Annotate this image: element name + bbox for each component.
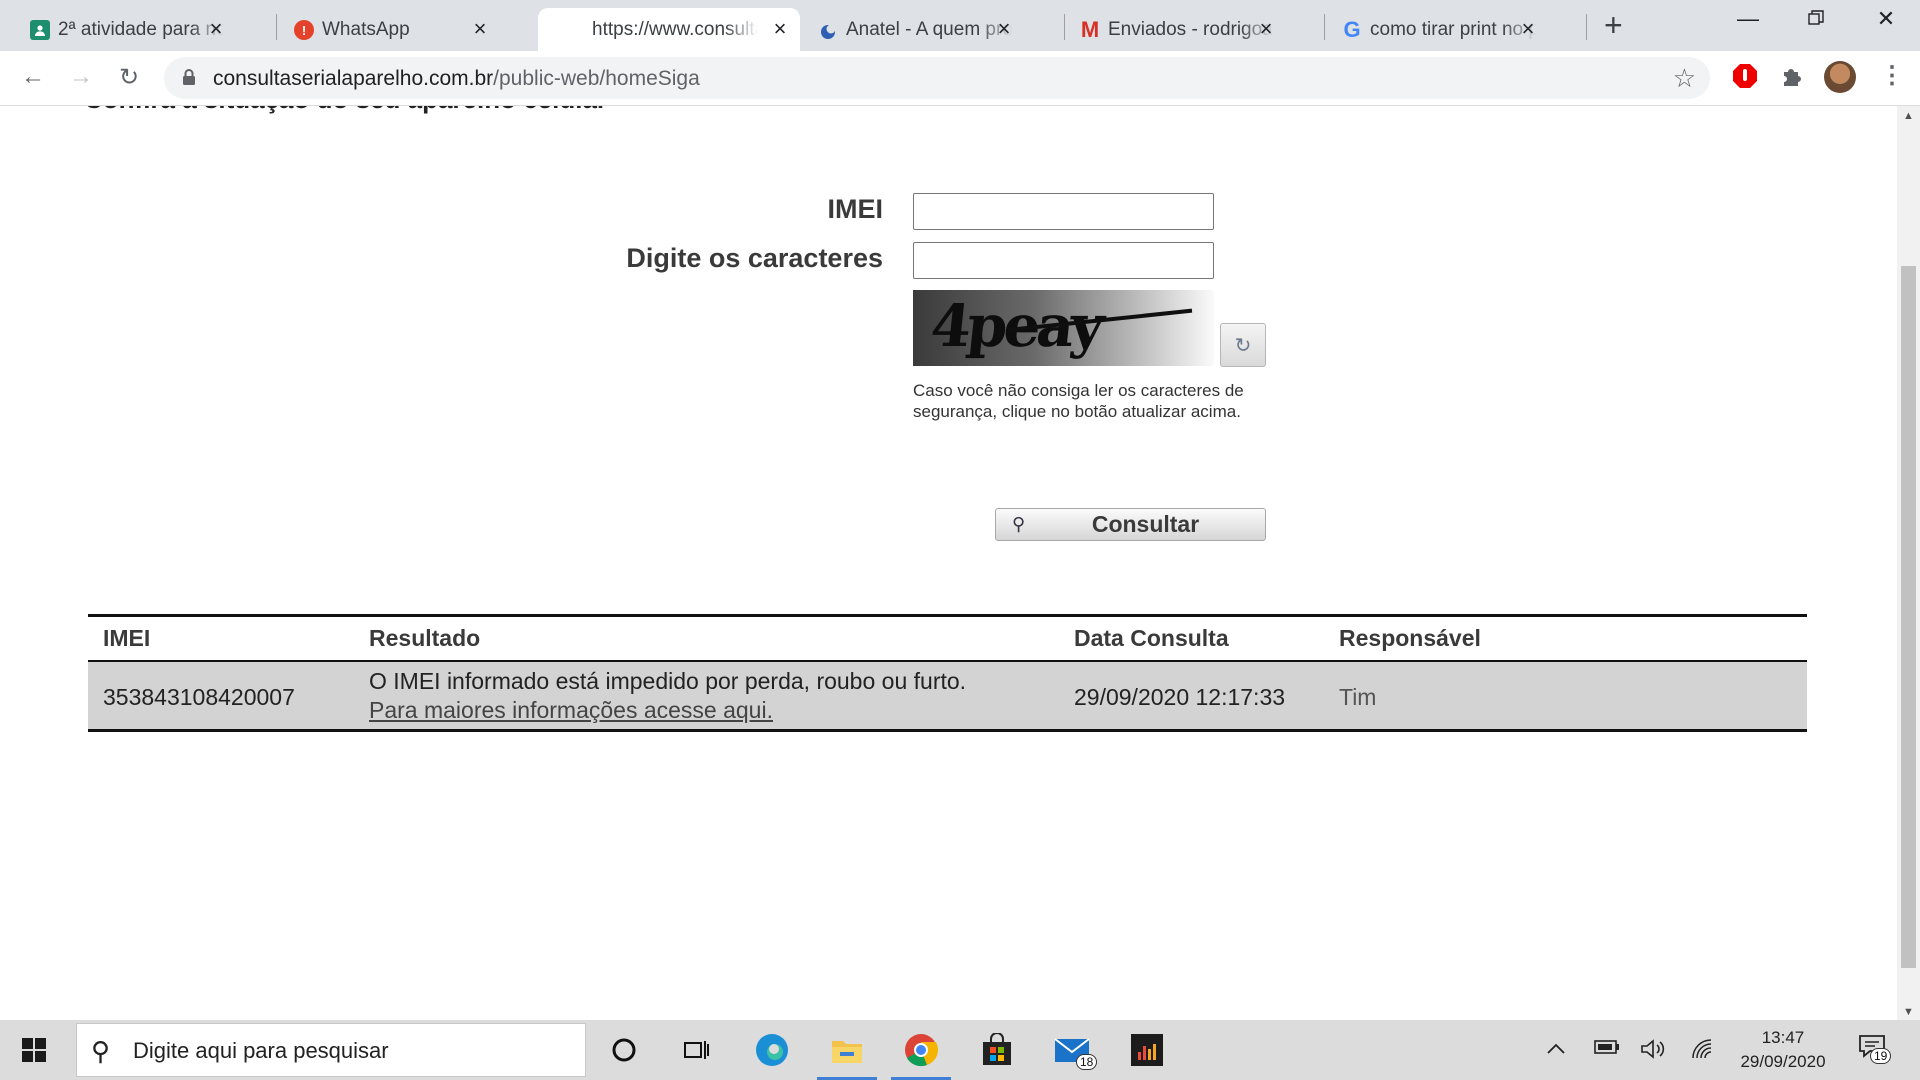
close-tab-icon[interactable]: × (470, 18, 490, 40)
start-windows-icon[interactable] (22, 1038, 46, 1062)
captcha-input[interactable] (913, 242, 1214, 279)
volume-icon[interactable] (1640, 1038, 1666, 1066)
new-tab-icon[interactable]: + (1604, 9, 1623, 41)
captcha-image: 4peay (913, 290, 1214, 366)
table-row: 353843108420007 O IMEI informado está im… (88, 660, 1807, 732)
consultar-label: Consultar (1091, 511, 1200, 537)
browser-toolbar: ← → ↻ consultaserialaparelho.com.br/publ… (0, 51, 1920, 106)
profile-avatar[interactable] (1824, 61, 1856, 93)
close-tab-icon[interactable]: × (1518, 18, 1538, 40)
close-tab-icon[interactable]: × (770, 18, 790, 40)
chrome-icon[interactable] (891, 1032, 951, 1080)
browser-window: 2ª atividade para not × ! WhatsApp × htt… (0, 0, 1920, 1080)
system-clock[interactable]: 13:47 29/09/2020 (1728, 1026, 1838, 1074)
tab-strip: 2ª atividade para not × ! WhatsApp × htt… (0, 0, 1920, 51)
tab-consulta-active[interactable]: https://www.consulta × (538, 8, 800, 51)
cell-imei: 353843108420007 (103, 684, 295, 710)
close-tab-icon[interactable]: × (1256, 18, 1276, 40)
page-heading: Confira a situação do seu aparelho celul… (84, 106, 607, 115)
minimize-icon[interactable]: — (1728, 6, 1768, 32)
tab-title: https://www.consulta (592, 18, 758, 40)
task-view-icon[interactable] (678, 1032, 714, 1068)
notification-badge: 19 (1870, 1048, 1892, 1064)
col-header-resultado: Resultado (369, 625, 481, 651)
tab-title: Anatel - A quem pro (846, 18, 1012, 40)
url-text: consultaserialaparelho.com.br/public-web… (213, 67, 700, 90)
page-scrollbar[interactable]: ▲ ▼ (1897, 106, 1920, 1020)
address-bar[interactable]: consultaserialaparelho.com.br/public-web… (164, 57, 1710, 99)
gmail-icon: M (1080, 17, 1100, 42)
tray-expand-icon[interactable] (1546, 1038, 1566, 1061)
imei-label: IMEI (827, 194, 883, 224)
tab-whatsapp[interactable]: ! WhatsApp × (294, 8, 500, 51)
lock-icon (183, 69, 195, 85)
cell-responsavel: Tim (1339, 684, 1377, 710)
close-window-icon[interactable]: ✕ (1866, 6, 1906, 32)
col-header-data: Data Consulta (1074, 625, 1229, 651)
restore-icon[interactable] (1796, 6, 1836, 32)
consultar-button[interactable]: ⚲ Consultar (995, 508, 1266, 541)
captcha-text: 4peay (927, 292, 1104, 360)
tab-title: Enviados - rodrigoan (1108, 18, 1274, 40)
more-info-link[interactable]: Para maiores informações acesse aqui. (369, 697, 773, 724)
whatsapp-icon: ! (294, 20, 314, 40)
mail-icon[interactable]: 18 (1054, 1032, 1098, 1070)
store-icon[interactable] (979, 1032, 1015, 1068)
close-tab-icon[interactable]: × (994, 18, 1014, 40)
refresh-icon: ↻ (1234, 334, 1252, 357)
mail-badge: 18 (1076, 1054, 1098, 1070)
google-icon: G (1343, 17, 1361, 42)
bookmark-star-icon[interactable]: ☆ (1673, 63, 1696, 94)
notification-center-icon[interactable]: 19 (1858, 1034, 1892, 1064)
scroll-down-icon[interactable]: ▼ (1897, 1006, 1920, 1018)
close-tab-icon[interactable]: × (206, 18, 226, 40)
back-icon[interactable]: ← (18, 63, 48, 91)
classroom-icon (30, 20, 50, 40)
captcha-hint: Caso você não consiga ler os caracteres … (913, 381, 1244, 421)
tab-title: como tirar print no p (1370, 18, 1536, 40)
tab-classroom[interactable]: 2ª atividade para not × (30, 8, 236, 51)
table-header: IMEI Resultado Data Consulta Responsável (88, 614, 1807, 660)
col-header-responsavel: Responsável (1339, 625, 1481, 651)
adblock-icon[interactable] (1732, 63, 1758, 94)
reload-icon[interactable]: ↻ (114, 63, 144, 92)
cell-resultado: O IMEI informado está impedido por perda… (369, 668, 967, 694)
menu-kebab-icon[interactable]: ⋮ (1880, 61, 1904, 90)
clock-date: 29/09/2020 (1740, 1052, 1826, 1071)
captcha-label: Digite os caracteres (626, 243, 883, 273)
search-icon: ⚲ (91, 1036, 111, 1066)
extensions-puzzle-icon[interactable] (1780, 64, 1804, 93)
wifi-icon[interactable] (1690, 1038, 1716, 1066)
taskbar-search-placeholder: Digite aqui para pesquisar (133, 1038, 389, 1063)
cell-data: 29/09/2020 12:17:33 (1074, 684, 1286, 710)
forward-icon[interactable]: → (66, 63, 96, 91)
clock-time: 13:47 (1761, 1028, 1805, 1047)
edge-icon[interactable] (754, 1032, 790, 1068)
tab-gmail[interactable]: M Enviados - rodrigoan × (1080, 8, 1286, 51)
scrollbar-thumb[interactable] (1901, 266, 1916, 968)
page-content: Confira a situação do seu aparelho celul… (0, 106, 1897, 1020)
tab-title: 2ª atividade para not (58, 18, 224, 40)
battery-icon[interactable] (1594, 1038, 1620, 1061)
taskbar-search[interactable]: ⚲ Digite aqui para pesquisar (76, 1023, 586, 1077)
imei-input[interactable] (913, 193, 1214, 230)
anatel-icon (818, 20, 838, 40)
scroll-up-icon[interactable]: ▲ (1897, 110, 1920, 122)
cortana-icon[interactable] (606, 1032, 642, 1068)
tab-anatel[interactable]: Anatel - A quem pro × (818, 8, 1024, 51)
tab-google[interactable]: G como tirar print no p × (1342, 8, 1548, 51)
file-explorer-icon[interactable] (817, 1032, 877, 1080)
app-equalizer-icon[interactable] (1129, 1032, 1165, 1068)
windows-taskbar: ⚲ Digite aqui para pesquisar 18 13:47 29… (0, 1020, 1920, 1080)
col-header-imei: IMEI (103, 625, 151, 651)
refresh-captcha-button[interactable]: ↻ (1220, 323, 1266, 367)
tab-title: WhatsApp (322, 18, 410, 40)
results-table: IMEI Resultado Data Consulta Responsável… (88, 614, 1807, 732)
